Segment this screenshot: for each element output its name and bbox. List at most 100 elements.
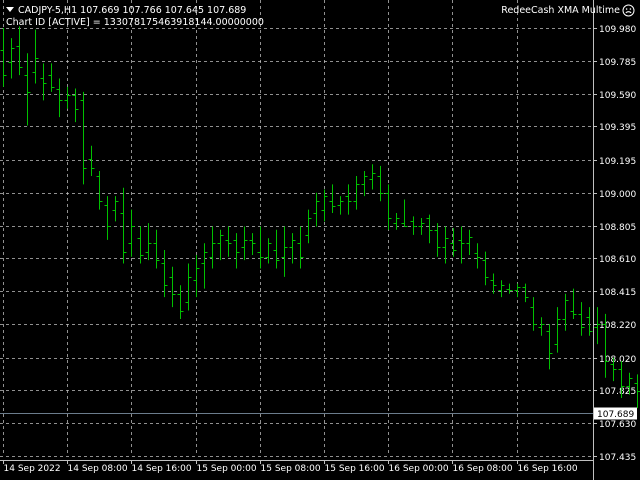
smiley-icon[interactable] [622,4,635,17]
price-bar [88,145,95,176]
current-price-label: 107.689 [597,410,634,420]
price-bar [281,226,288,277]
time-tick-label: 14 Sep 2022 [4,464,61,474]
price-bar [80,91,87,185]
chart-window[interactable]: 109.980 109.785 109.590 109.395 109.195 109.0… [0,0,640,480]
price-bar [24,53,31,126]
price-bar [514,283,521,298]
price-bar [313,192,320,227]
indicator-label: RedeeCash XMA Multime [501,5,620,16]
price-bar [297,226,304,269]
price-bar [369,164,376,190]
price-bar [329,184,336,213]
chart-id-label: Chart ID [ACTIVE] = 133078175463918144.0… [6,17,264,28]
chevron-down-icon[interactable] [6,7,14,12]
price-bar [72,88,79,123]
price-bar [104,196,111,240]
price-bar [233,233,240,269]
price-tick-label: 108.805 [599,223,636,233]
price-bar [530,297,537,331]
price-bar [506,283,513,294]
price-bar [137,226,144,264]
price-bar [538,317,545,336]
price-bar [201,243,208,289]
price-tick-label: 109.195 [599,157,636,167]
price-bar [393,212,400,230]
price-bar [426,214,433,244]
price-tick-label: 109.395 [599,123,636,133]
price-bar [474,243,481,269]
time-tick-label: 15 Sep 16:00 [325,464,385,474]
price-bar [361,170,368,197]
price-bar [442,226,449,264]
price-bar [120,187,127,264]
price-bar [562,293,569,331]
time-tick-label: 16 Sep 08:00 [453,464,513,474]
price-bar [353,175,360,210]
price-bar [185,263,192,311]
time-tick-label: 16 Sep 00:00 [389,464,449,474]
price-bar [498,280,505,298]
price-bar [522,283,529,303]
price-bar [40,63,47,101]
price-bar [64,86,71,109]
price-bar [56,78,63,118]
price-bar [570,288,577,319]
time-tick-label: 16 Sep 16:00 [518,464,578,474]
price-bar [265,238,272,264]
price-bar [377,165,384,202]
price-tick-label: 107.825 [599,387,636,397]
symbol-line: CADJPY-5,H1 107.669 107.766 107.645 107.… [18,5,247,16]
price-tick-label: 107.435 [599,453,636,463]
price-bar [450,228,457,257]
time-tick-label: 15 Sep 08:00 [261,464,321,474]
price-bar [0,28,7,87]
price-bar [225,226,232,257]
price-bar [586,307,593,336]
price-bar [401,199,408,227]
time-tick-label: 15 Sep 00:00 [197,464,257,474]
time-tick-label: 14 Sep 08:00 [68,464,128,474]
price-bar [546,323,553,370]
price-bar [434,223,441,257]
price-bar [96,170,103,210]
price-bar [345,184,352,215]
price-tick-label: 108.020 [599,355,636,365]
price-bar [241,226,248,261]
price-chart[interactable]: 109.980 109.785 109.590 109.395 109.195 109.0… [0,0,640,480]
price-bar [410,216,417,235]
price-bar [8,38,15,79]
price-bar [458,226,465,264]
price-tick-label: 107.630 [599,420,636,430]
time-tick-label: 14 Sep 16:00 [132,464,192,474]
price-bar [161,249,168,298]
price-bar [193,255,200,298]
price-tick-label: 108.415 [599,288,636,298]
price-tick-label: 109.000 [599,190,636,200]
price-tick-label: 109.590 [599,91,636,101]
price-bar [385,184,392,230]
price-bar [482,251,489,286]
price-bar [466,229,473,256]
price-bar [490,273,497,294]
price-bar [128,209,135,257]
price-bar [217,229,224,261]
price-bar [48,63,55,92]
price-bar [321,189,328,222]
price-tick-label: 109.785 [599,58,636,68]
price-bar [418,218,425,235]
price-bar [145,223,152,261]
price-bar [578,302,585,336]
price-bar [177,285,184,319]
price-tick-label: 108.610 [599,255,636,265]
price-bar [257,226,264,269]
price-bar [169,266,176,308]
price-tick-label: 109.980 [599,25,636,35]
price-bar [554,307,561,353]
price-bar [249,233,256,256]
price-bar [16,26,23,76]
price-bar [32,29,39,84]
price-bar [209,226,216,269]
symbol-info: CADJPY-5,H1 107.669 107.766 107.645 107.… [6,5,246,17]
price-bar [153,229,160,269]
